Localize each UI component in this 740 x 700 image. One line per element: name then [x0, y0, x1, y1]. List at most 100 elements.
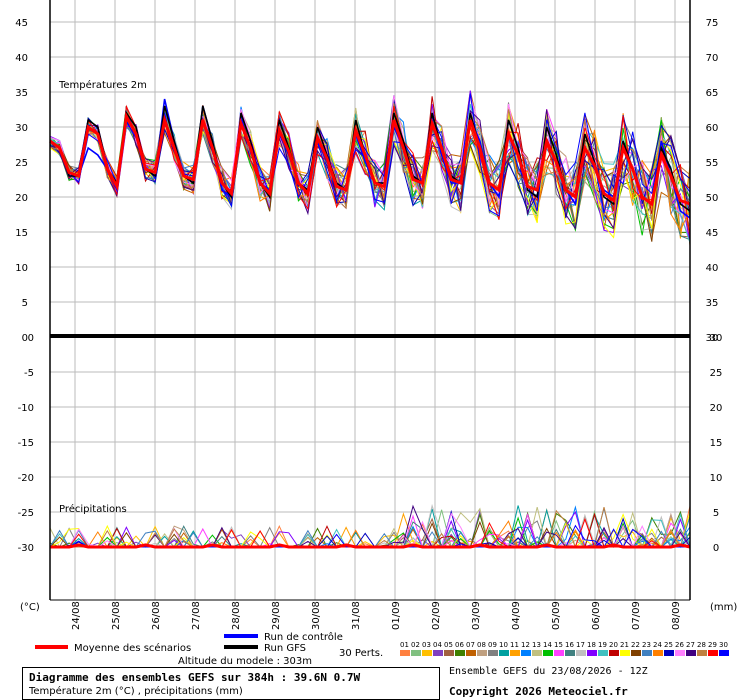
x-tick-label: 02/09	[431, 601, 442, 630]
temp-y-tick-right: 75	[706, 18, 719, 29]
member-swatch	[598, 650, 608, 656]
member-swatch	[576, 650, 586, 656]
temp-y-tick-left: 15	[15, 228, 28, 239]
member-swatch	[466, 650, 476, 656]
precip-y-tick-left: -30	[18, 543, 34, 554]
member-number: 05	[444, 641, 453, 649]
member-number: 15	[554, 641, 563, 649]
member-number: 23	[642, 641, 651, 649]
footer-title: Diagramme des ensembles GEFS sur 384h : …	[29, 671, 361, 684]
temp-y-tick-left: 10	[15, 263, 28, 274]
x-tick-label: 03/09	[471, 601, 482, 630]
x-tick-label: 27/08	[191, 601, 202, 630]
temp-y-tick-left: 5	[22, 298, 28, 309]
member-number: 30	[719, 641, 728, 649]
member-legend: 01 02 03 04 05 06 07 08 09 10 11 12 13 14 15 16 17 18 19 20…	[400, 641, 729, 656]
member-number: 29	[708, 641, 717, 649]
member-number: 17	[576, 641, 585, 649]
member-swatch	[587, 650, 597, 656]
member-number: 26	[675, 641, 684, 649]
member-number: 24	[653, 641, 662, 649]
chart-axes: 24/08 25/08 26/08 27/08 28/08 29/08 30/08 31/08…	[15, 0, 722, 630]
precip-y-tick-left: -10	[18, 403, 34, 414]
precip-y-tick-right: 25	[710, 368, 723, 379]
temp-y-tick-left: 40	[15, 53, 28, 64]
member-swatch	[455, 650, 465, 656]
temp-y-tick-left: 25	[15, 158, 28, 169]
x-tick-label: 30/08	[311, 601, 322, 630]
member-number: 12	[521, 641, 530, 649]
member-number: 14	[543, 641, 552, 649]
run-info: Ensemble GEFS du 23/08/2026 - 12Z	[449, 666, 648, 677]
main-series	[49, 98, 691, 549]
member-swatch	[565, 650, 575, 656]
member-number: 19	[598, 641, 607, 649]
temp-y-tick-right: 50	[706, 193, 719, 204]
member-swatch	[532, 650, 542, 656]
temp-y-tick-right: 65	[706, 88, 719, 99]
precip-y-tick-left: 0	[28, 333, 34, 344]
left-unit-label: (°C)	[20, 602, 40, 613]
member-number: 20	[609, 641, 618, 649]
temp-y-tick-left: 35	[15, 88, 28, 99]
x-tick-label: 08/09	[671, 601, 682, 630]
member-swatch	[433, 650, 443, 656]
precip-y-tick-right: 10	[710, 473, 723, 484]
member-swatch	[411, 650, 421, 656]
temp-y-tick-right: 60	[706, 123, 719, 134]
precip-y-tick-right: 20	[710, 403, 723, 414]
member-swatch	[708, 650, 718, 656]
member-swatch	[422, 650, 432, 656]
x-tick-label: 07/09	[631, 601, 642, 630]
member-number: 03	[422, 641, 431, 649]
x-tick-label: 24/08	[71, 601, 82, 630]
member-swatch	[653, 650, 663, 656]
member-number: 08	[477, 641, 486, 649]
precip-y-tick-left: -5	[24, 368, 34, 379]
x-tick-label: 25/08	[111, 601, 122, 630]
precip-y-tick-right: 5	[713, 508, 719, 519]
x-tick-label: 01/09	[391, 601, 402, 630]
member-swatch	[400, 650, 410, 656]
precip-y-tick-left: -15	[18, 438, 34, 449]
precip-y-tick-left: -20	[18, 473, 34, 484]
member-number: 04	[433, 641, 442, 649]
member-number: 27	[686, 641, 695, 649]
member-number: 28	[697, 641, 706, 649]
precip-y-tick-left: -25	[18, 508, 34, 519]
temp-y-tick-right: 40	[706, 263, 719, 274]
member-number: 22	[631, 641, 640, 649]
member-swatch	[510, 650, 520, 656]
member-number: 11	[510, 641, 519, 649]
x-tick-label: 29/08	[271, 601, 282, 630]
member-swatch	[543, 650, 553, 656]
member-swatch	[499, 650, 509, 656]
member-number: 02	[411, 641, 420, 649]
x-tick-label: 31/08	[351, 601, 362, 630]
footer-subtitle: Température 2m (°C) , précipitations (mm…	[29, 686, 243, 697]
member-swatch	[609, 650, 619, 656]
member-number: 09	[488, 641, 497, 649]
temp-y-tick-left: 20	[15, 193, 28, 204]
member-swatch	[686, 650, 696, 656]
member-swatch	[488, 650, 498, 656]
member-swatch	[675, 650, 685, 656]
precip-y-tick-right: 15	[710, 438, 723, 449]
member-number: 13	[532, 641, 541, 649]
legend-control-label: Run de contrôle	[264, 631, 343, 643]
member-number: 06	[455, 641, 464, 649]
member-swatch	[642, 650, 652, 656]
member-number: 16	[565, 641, 574, 649]
member-number: 18	[587, 641, 596, 649]
footer-title-box: Diagramme des ensembles GEFS sur 384h : …	[22, 667, 440, 700]
temp-y-tick-right: 35	[706, 298, 719, 309]
x-tick-label: 05/09	[551, 601, 562, 630]
precip-y-tick-right: 30	[710, 333, 723, 344]
temp-y-tick-right: 45	[706, 228, 719, 239]
member-swatch	[697, 650, 707, 656]
member-swatch	[620, 650, 630, 656]
precipitation-panel-title: Précipitations	[59, 503, 127, 515]
panel-separator	[50, 334, 690, 338]
member-number: 10	[499, 641, 508, 649]
x-tick-label: 28/08	[231, 601, 242, 630]
